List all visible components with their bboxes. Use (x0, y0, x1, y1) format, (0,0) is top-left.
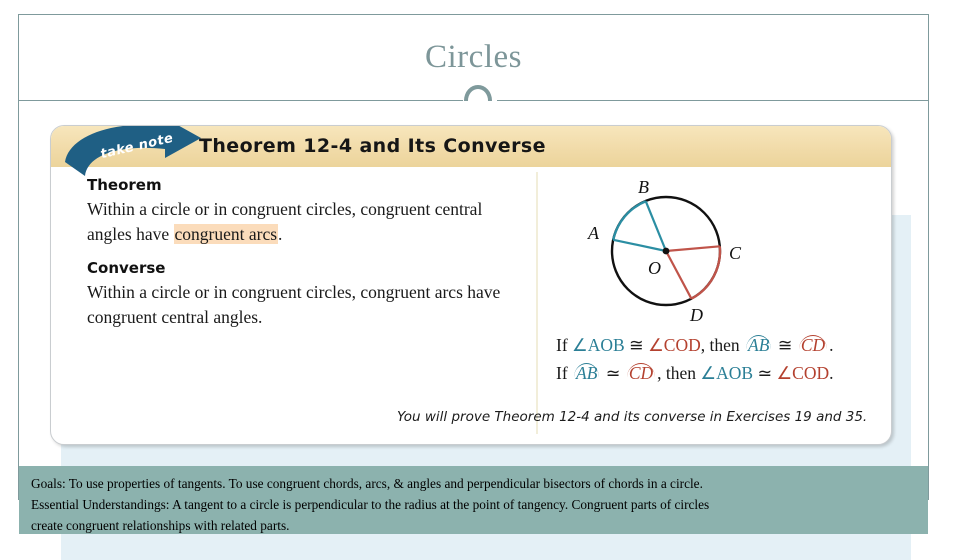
statement-row-2: If AB ≃ CD, then ∠AOB ≃ ∠COD. (556, 359, 886, 387)
radius-oc (665, 245, 720, 253)
stmt2-left-arc: AB (574, 363, 600, 384)
card-vertical-divider (536, 172, 538, 434)
arc-ab (612, 200, 647, 241)
theorem-card-header: Theorem 12-4 and Its Converse (51, 126, 891, 167)
theorem-statement-part1: Within a circle or in congruent circles,… (87, 198, 483, 244)
stmt2-right-arc: CD (626, 363, 656, 384)
theorem-card-title: Theorem 12-4 and Its Converse (199, 135, 546, 157)
radius-ob (644, 200, 668, 252)
stmt1-rel2: ≅ (777, 335, 793, 355)
slide-canvas: Circles Theorem 12-4 and Its Converse ta… (0, 0, 960, 560)
conditional-statements: If ∠AOB ≅ ∠COD, then AB ≅ CD. If AB ≃ CD… (556, 331, 886, 388)
label-c: C (729, 243, 742, 263)
converse-heading: Converse (87, 259, 166, 278)
statement-row-1: If ∠AOB ≅ ∠COD, then AB ≅ CD. (556, 331, 886, 359)
theorem-statement: Within a circle or in congruent circles,… (87, 197, 522, 247)
stmt1-lead: If (556, 335, 568, 355)
arc-cd (690, 246, 722, 300)
goals-banner: Goals: To use properties of tangents. To… (19, 466, 928, 534)
center-point-dot (662, 247, 670, 255)
stmt2-rel1: ≃ (605, 363, 621, 384)
stmt2-right-angle: ∠COD (776, 363, 830, 384)
stmt1-right-arc: CD (798, 335, 828, 355)
label-a: A (587, 223, 600, 243)
label-o: O (648, 258, 661, 278)
radius-oa (612, 238, 667, 253)
goals-line-3: create congruent relationships with rela… (31, 518, 290, 533)
converse-statement: Within a circle or in congruent circles,… (87, 282, 501, 328)
circle-diagram-column: A B C D O (546, 171, 886, 331)
stmt2-mid: , then (657, 363, 697, 384)
theorem-statement-part2: . (278, 223, 283, 244)
stmt1-left-angle: ∠AOB (572, 335, 625, 355)
goals-line-2: Essential Understandings: A tangent to a… (31, 497, 710, 512)
stmt2-rel2: ≃ (757, 363, 773, 384)
circle-diagram: A B C D O (587, 177, 742, 325)
theorem-highlight-phrase: congruent arcs (173, 223, 279, 244)
theorem-text-column: Theorem Within a circle or in congruent … (87, 176, 522, 343)
stmt1-right-angle: ∠COD (648, 335, 701, 355)
stmt1-mid: , then (700, 335, 740, 355)
goals-line-1: Goals: To use properties of tangents. To… (31, 476, 703, 491)
stmt1-rel1: ≅ (629, 335, 644, 355)
stmt1-left-arc: AB (746, 335, 772, 355)
label-d: D (689, 305, 703, 325)
stmt2-left-angle: ∠AOB (700, 363, 754, 384)
stmt1-tail: . (829, 335, 834, 355)
stmt2-tail: . (829, 363, 834, 384)
theorem-heading: Theorem (87, 176, 162, 194)
stmt2-lead: If (556, 363, 568, 384)
theorem-card: Theorem 12-4 and Its Converse take note … (50, 125, 892, 445)
radius-od (665, 250, 693, 300)
card-footer-note: You will prove Theorem 12-4 and its conv… (397, 409, 868, 425)
slide-frame-right-border (928, 14, 929, 500)
page-title: Circles (425, 39, 522, 75)
label-b: B (638, 177, 649, 197)
